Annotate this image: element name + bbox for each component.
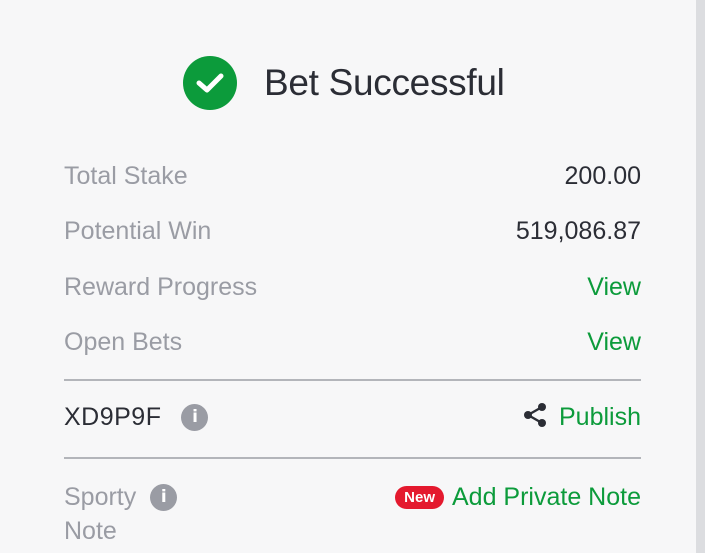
potential-win-row: Potential Win 519,086.87: [64, 211, 641, 251]
page-title: Bet Successful: [264, 62, 505, 103]
total-stake-row: Total Stake 200.00: [64, 156, 641, 196]
info-icon[interactable]: i: [181, 403, 209, 431]
divider: [64, 457, 641, 459]
sporty-note-label-line2: Note: [64, 517, 117, 545]
private-note-row: Sporty i Note New Add Private Note: [64, 477, 641, 546]
booking-code-group: XD9P9F i: [64, 402, 209, 432]
bet-confirmation-panel: Bet Successful Total Stake 200.00 Potent…: [0, 0, 696, 553]
total-stake-label: Total Stake: [64, 161, 188, 190]
share-icon: [521, 401, 549, 434]
booking-code-row: XD9P9F i Publish: [64, 397, 641, 437]
open-bets-row: Open Bets View: [64, 322, 641, 362]
divider: [64, 379, 641, 381]
success-header: Bet Successful: [183, 56, 505, 110]
publish-button[interactable]: Publish: [521, 401, 641, 434]
open-bets-view-link[interactable]: View: [587, 328, 641, 357]
reward-progress-view-link[interactable]: View: [587, 273, 641, 302]
new-badge: New: [395, 485, 444, 509]
reward-progress-row: Reward Progress View: [64, 267, 641, 307]
add-private-note-button[interactable]: New Add Private Note: [395, 477, 641, 517]
sporty-note-label: Sporty: [64, 482, 137, 511]
add-private-note-label: Add Private Note: [452, 482, 641, 511]
potential-win-value: 519,086.87: [515, 216, 641, 245]
open-bets-label: Open Bets: [64, 327, 183, 356]
scrollbar[interactable]: [696, 0, 705, 553]
info-icon[interactable]: i: [150, 483, 178, 511]
reward-progress-label: Reward Progress: [64, 272, 258, 301]
booking-code: XD9P9F: [64, 402, 162, 431]
potential-win-label: Potential Win: [64, 216, 212, 245]
publish-label: Publish: [559, 402, 641, 431]
total-stake-value: 200.00: [564, 161, 641, 190]
check-circle-icon: [183, 56, 237, 110]
